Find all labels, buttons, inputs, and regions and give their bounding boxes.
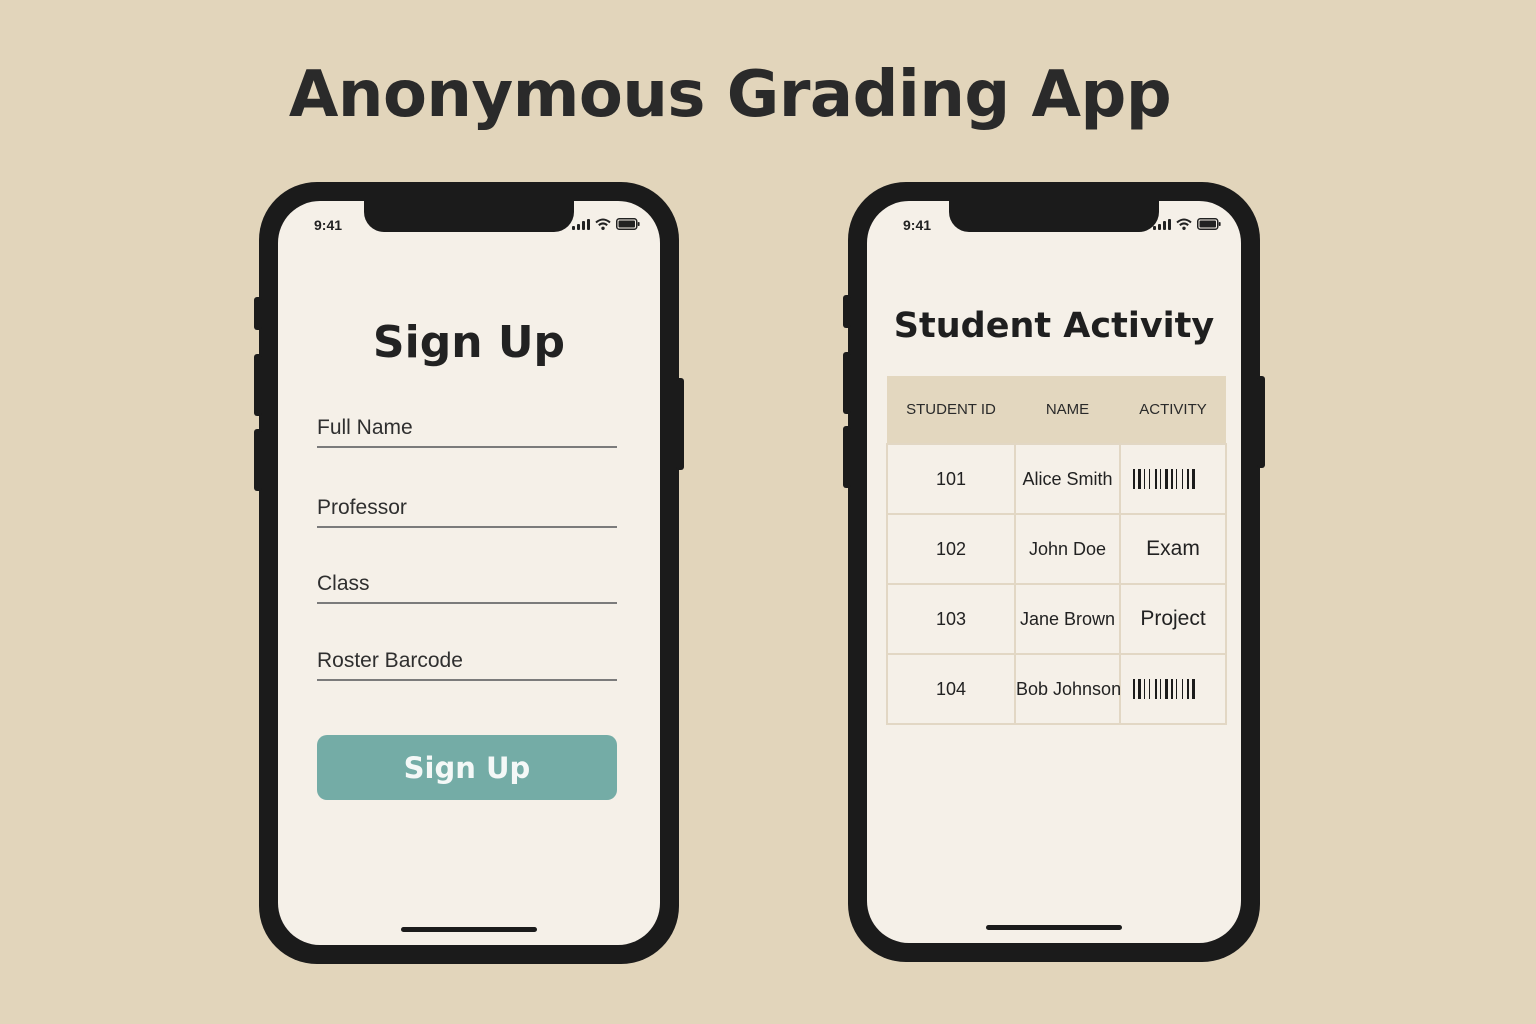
battery-icon xyxy=(616,218,640,230)
notch xyxy=(364,201,574,232)
phone-activity: 9:41 Student Activity STUDENT ID NAME AC… xyxy=(843,182,1265,962)
student-id-cell: 101 xyxy=(886,443,1016,515)
table-row[interactable]: 102 John Doe Exam xyxy=(886,513,1227,585)
barcode-stripe xyxy=(1155,469,1157,490)
power-button xyxy=(1257,376,1265,468)
volume-down-button xyxy=(254,429,262,491)
barcode-stripe xyxy=(1192,469,1195,490)
wifi-icon xyxy=(595,218,611,230)
class-input[interactable] xyxy=(317,572,617,596)
barcode-stripe xyxy=(1138,469,1141,490)
status-time: 9:41 xyxy=(314,217,343,233)
barcode-stripe xyxy=(1160,469,1161,490)
student-name-cell: Alice Smith xyxy=(1014,443,1121,515)
table-header-row: STUDENT ID NAME ACTIVITY xyxy=(887,376,1226,444)
power-button xyxy=(676,378,684,470)
volume-down-button xyxy=(843,426,851,488)
student-name-cell: John Doe xyxy=(1014,513,1121,585)
barcode-stripe xyxy=(1182,679,1183,700)
signal-icon xyxy=(572,219,590,230)
activity-title: Student Activity xyxy=(893,306,1215,346)
student-id-cell: 103 xyxy=(886,583,1016,655)
barcode-stripe xyxy=(1176,679,1177,700)
professor-input[interactable] xyxy=(317,496,617,520)
status-time: 9:41 xyxy=(903,217,932,233)
barcode-stripe xyxy=(1149,469,1150,490)
activity-cell: Project xyxy=(1119,583,1227,655)
barcode-stripe xyxy=(1187,679,1189,700)
barcode-icon xyxy=(1133,469,1195,490)
class-field xyxy=(317,572,617,604)
table-row[interactable]: 103 Jane Brown Project xyxy=(886,583,1227,655)
barcode-stripe xyxy=(1138,679,1141,700)
status-icons xyxy=(1153,218,1221,230)
activity-cell xyxy=(1119,653,1227,725)
mute-switch xyxy=(843,295,851,328)
student-id-cell: 102 xyxy=(886,513,1016,585)
activity-cell xyxy=(1119,443,1227,515)
barcode-stripe xyxy=(1144,469,1145,490)
battery-icon xyxy=(1197,218,1221,230)
student-name-cell: Bob Johnson xyxy=(1014,653,1121,725)
signup-screen: 9:41 Sign Up Full Name Professor Class R… xyxy=(278,201,660,945)
volume-up-button xyxy=(843,352,851,414)
notch xyxy=(949,201,1159,232)
full-name-input[interactable] xyxy=(317,416,617,440)
wifi-icon xyxy=(1176,218,1192,230)
table-row[interactable]: 104 Bob Johnson xyxy=(886,653,1227,725)
barcode-stripe xyxy=(1187,469,1189,490)
column-header-activity[interactable]: ACTIVITY xyxy=(1120,376,1226,444)
student-activity-table: STUDENT ID NAME ACTIVITY 101 Alice Smith… xyxy=(886,376,1227,725)
barcode-stripe xyxy=(1133,679,1135,700)
column-header-name[interactable]: NAME xyxy=(1015,376,1120,444)
activity-screen: 9:41 Student Activity STUDENT ID NAME AC… xyxy=(867,201,1241,943)
student-id-cell: 104 xyxy=(886,653,1016,725)
barcode-stripe xyxy=(1192,679,1195,700)
barcode-stripe xyxy=(1165,679,1168,700)
app-title: Anonymous Grading App xyxy=(288,58,1172,132)
phone-signup: 9:41 Sign Up Full Name Professor Class R… xyxy=(254,182,684,964)
professor-field xyxy=(317,496,617,528)
barcode-stripe xyxy=(1165,469,1168,490)
barcode-stripe xyxy=(1171,679,1173,700)
barcode-stripe xyxy=(1182,469,1183,490)
status-icons xyxy=(572,218,640,230)
signal-icon xyxy=(1153,219,1171,230)
home-indicator[interactable] xyxy=(986,925,1122,930)
barcode-stripe xyxy=(1149,679,1150,700)
barcode-stripe xyxy=(1176,469,1177,490)
barcode-stripe xyxy=(1133,469,1135,490)
volume-up-button xyxy=(254,354,262,416)
signup-title: Sign Up xyxy=(372,317,566,368)
roster-barcode-field xyxy=(317,649,617,681)
mute-switch xyxy=(254,297,262,330)
barcode-stripe xyxy=(1160,679,1161,700)
barcode-stripe xyxy=(1144,679,1145,700)
signup-button[interactable]: Sign Up xyxy=(317,735,617,800)
column-header-student-id[interactable]: STUDENT ID xyxy=(887,376,1015,444)
full-name-field xyxy=(317,416,617,448)
activity-cell: Exam xyxy=(1119,513,1227,585)
table-row[interactable]: 101 Alice Smith xyxy=(886,443,1227,515)
barcode-icon xyxy=(1133,679,1195,700)
barcode-stripe xyxy=(1155,679,1157,700)
home-indicator[interactable] xyxy=(401,927,537,932)
roster-barcode-input[interactable] xyxy=(317,649,617,673)
student-name-cell: Jane Brown xyxy=(1014,583,1121,655)
barcode-stripe xyxy=(1171,469,1173,490)
